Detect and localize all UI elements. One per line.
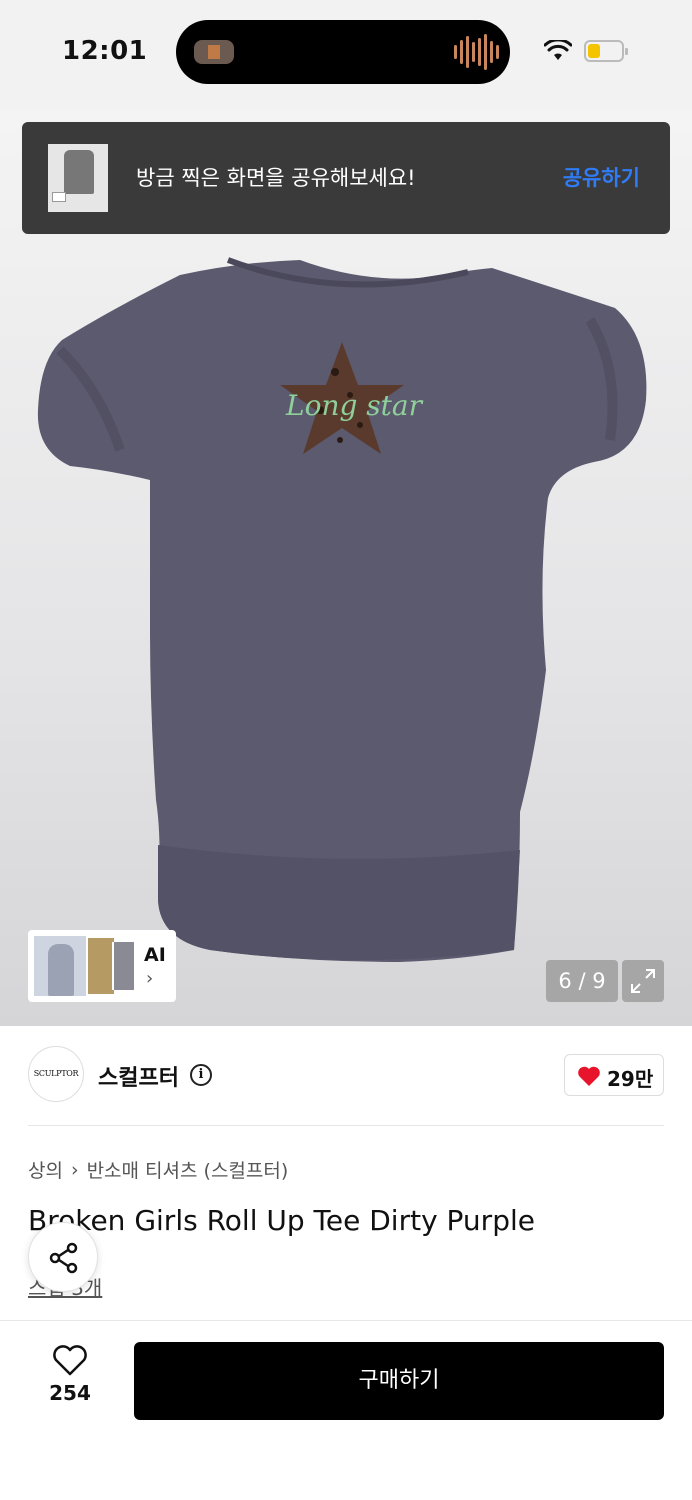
ai-similar-items-button[interactable]: AI › [28,930,176,1002]
similar-item-thumbnail [88,938,114,994]
product-photo: Long star [37,257,647,962]
now-playing-artwork [194,40,234,64]
bottom-action-bar: 254 구매하기 [0,1320,692,1500]
share-button[interactable] [28,1222,98,1292]
battery-icon [584,40,628,62]
share-toast: 방금 찍은 화면을 공유해보세요! 공유하기 [22,122,670,234]
buy-button[interactable]: 구매하기 [134,1342,664,1420]
brand-like-button[interactable]: 29만 [564,1054,664,1096]
breadcrumb-subcategory[interactable]: 반소매 티셔츠 (스컬프터) [87,1156,289,1183]
similar-item-thumbnail [112,942,134,990]
ai-label: AI [144,944,166,966]
chevron-right-icon: › [70,1158,79,1181]
heart-filled-icon [578,1066,600,1086]
product-image-gallery[interactable]: Long star [0,110,692,1026]
breadcrumb: 상의 › 반소매 티셔츠 (스컬프터) [28,1156,288,1183]
toast-message: 방금 찍은 화면을 공유해보세요! [136,166,416,190]
brand-name[interactable]: 스컬프터 [98,1060,179,1092]
similar-item-thumbnail [32,934,88,998]
product-page: 12:01 Long star 방금 찍은 화면을 공유해보세요! 공유하기 A… [0,0,692,1500]
brand-logo[interactable]: SCULPTOR [28,1046,84,1102]
chevron-right-icon: › [146,968,154,989]
status-bar: 12:01 [0,0,692,110]
breadcrumb-category[interactable]: 상의 [28,1156,63,1183]
print-text: Long star [285,389,424,422]
clock: 12:01 [62,36,148,66]
brand-like-count: 29만 [607,1067,654,1091]
screenshot-thumbnail [48,144,108,212]
divider [28,1125,664,1126]
heart-outline-icon [53,1345,87,1376]
share-action-button[interactable]: 공유하기 [563,162,640,192]
wishlist-button[interactable]: 254 [40,1345,100,1415]
info-icon[interactable]: i [190,1064,212,1086]
expand-icon[interactable] [622,960,664,1002]
wifi-icon [544,40,572,60]
audio-waveform-icon [454,34,499,70]
wishlist-count: 254 [49,1381,91,1405]
dynamic-island[interactable] [176,20,510,84]
product-title: Broken Girls Roll Up Tee Dirty Purple [28,1204,535,1237]
share-icon [49,1242,78,1274]
image-counter: 6 / 9 [546,960,618,1002]
